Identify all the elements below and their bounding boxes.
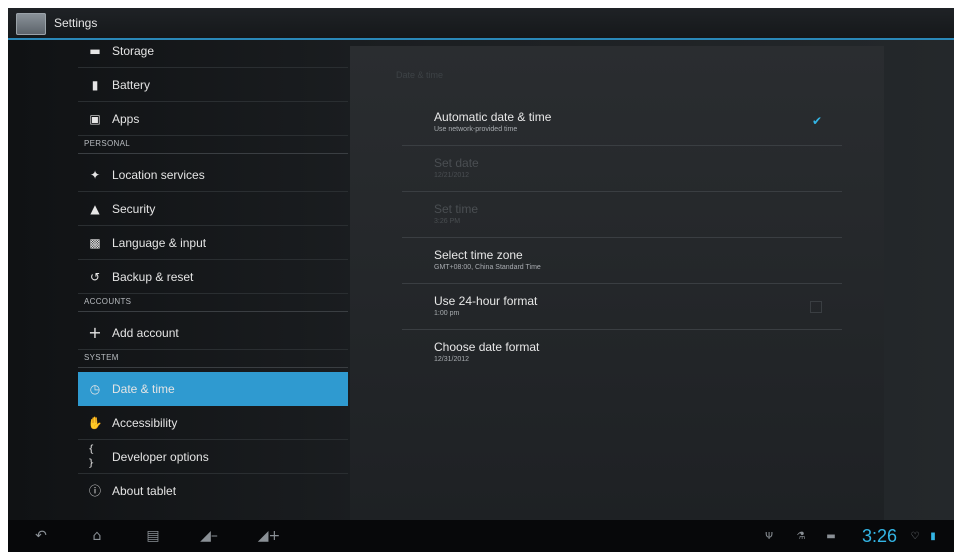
navigation-bar: ↶ ⌂ ▤ ◢– ◢+ Ψ ⚗ ▬ 3:26 ♡ ▮ [8, 520, 954, 552]
setting-summary: 12/31/2012 [434, 356, 470, 363]
select-time-zone-row[interactable]: Select time zone GMT+08:00, China Standa… [402, 238, 842, 284]
language-icon: ▩ [89, 235, 101, 250]
app-title: Settings [54, 16, 98, 30]
sidebar-item-battery[interactable]: ▮ Battery [78, 68, 348, 102]
plus-icon: + [88, 322, 102, 342]
sidebar-item-developer[interactable]: { } Developer options [78, 440, 348, 474]
date-time-panel: Date & time Automatic date & time Use ne… [350, 46, 884, 520]
sidebar-item-label: Security [112, 201, 156, 216]
sidebar-item-label: Add account [112, 325, 179, 340]
setting-title: Choose date format [434, 340, 540, 354]
sidebar-item-location[interactable]: ✦ Location services [78, 158, 348, 192]
apps-icon: ▣ [89, 111, 101, 126]
sidebar-item-label: About tablet [112, 484, 177, 498]
braces-icon: { } [88, 443, 95, 469]
checkbox-checked-icon[interactable]: ✔ [810, 114, 824, 128]
sidebar-item-date-time[interactable]: ◷ Date & time [78, 372, 348, 406]
location-icon: ✦ [89, 167, 101, 182]
sidebar-item-about[interactable]: ⓘ About tablet [78, 474, 348, 508]
volume-up-icon[interactable]: ◢+ [254, 526, 284, 546]
sidebar-item-label: Backup & reset [112, 269, 194, 284]
accessibility-icon: ✋ [87, 415, 103, 430]
setting-summary: Use network-provided time [434, 126, 518, 133]
clock-icon: ◷ [89, 382, 101, 396]
setting-title: Set date [434, 156, 479, 170]
sidebar-item-storage[interactable]: ▬ Storage [78, 34, 348, 68]
choose-date-format-row[interactable]: Choose date format 12/31/2012 [402, 330, 842, 376]
sidebar-item-accessibility[interactable]: ✋ Accessibility [78, 406, 348, 440]
sidebar-item-label: Battery [112, 77, 151, 92]
setting-title: Select time zone [434, 248, 523, 262]
panel-heading: Date & time [396, 70, 444, 80]
back-icon[interactable]: ↶ [26, 526, 56, 546]
use-24-hour-row[interactable]: Use 24-hour format 1:00 pm [402, 284, 842, 330]
sidebar-item-label: Accessibility [112, 415, 178, 430]
recent-apps-icon[interactable]: ▤ [138, 526, 168, 546]
set-time-row: Set time 3:26 PM [402, 192, 842, 238]
section-header-system: SYSTEM [78, 350, 348, 368]
sidebar-item-backup[interactable]: ↺ Backup & reset [78, 260, 348, 294]
setting-title: Use 24-hour format [434, 294, 538, 308]
usb-debug-icon: ⚗ [796, 530, 806, 542]
usb-icon: Ψ [765, 530, 773, 542]
setting-summary: 1:00 pm [434, 310, 460, 317]
automatic-date-time-row[interactable]: Automatic date & time Use network-provid… [402, 100, 842, 146]
sidebar-item-security[interactable]: ▲ Security [78, 192, 348, 226]
setting-summary: 12/21/2012 [434, 172, 470, 179]
sidebar-item-label: Storage [112, 43, 155, 58]
setting-summary: GMT+08:00, China Standard Time [434, 264, 541, 271]
info-icon: ⓘ [88, 484, 101, 498]
battery-status-icon: ▮ [930, 530, 936, 542]
checkbox-unchecked-icon[interactable] [810, 301, 822, 313]
sd-card-icon: ▬ [826, 530, 836, 542]
sidebar-item-label: Apps [112, 111, 140, 126]
setting-title: Automatic date & time [434, 110, 552, 124]
volume-down-icon[interactable]: ◢– [194, 526, 224, 546]
storage-icon: ▬ [89, 43, 101, 58]
section-header-accounts: ACCOUNTS [78, 294, 348, 312]
sidebar-item-apps[interactable]: ▣ Apps [78, 102, 348, 136]
home-icon[interactable]: ⌂ [82, 526, 112, 546]
sidebar-item-add-account[interactable]: + Add account [78, 316, 348, 350]
backup-icon: ↺ [89, 269, 101, 284]
set-date-row: Set date 12/21/2012 [402, 146, 842, 192]
settings-app-icon[interactable] [16, 13, 46, 35]
setting-summary: 3:26 PM [434, 218, 461, 225]
sidebar-item-label: Developer options [112, 449, 209, 464]
setting-title: Set time [434, 202, 479, 216]
sidebar-item-label: Date & time [112, 382, 175, 396]
sidebar-item-label: Language & input [112, 235, 207, 250]
settings-sidebar: ▬ Storage ▮ Battery ▣ Apps PERSONAL ✦ Lo… [78, 40, 350, 520]
wifi-icon: ♡ [910, 530, 920, 542]
battery-icon: ▮ [91, 77, 99, 92]
sidebar-item-label: Location services [112, 167, 205, 182]
sidebar-item-language[interactable]: ▩ Language & input [78, 226, 348, 260]
status-clock[interactable]: 3:26 [862, 526, 897, 547]
section-header-personal: PERSONAL [78, 136, 348, 154]
lock-icon: ▲ [90, 201, 100, 216]
tablet-screen: Settings ▬ Storage ▮ Battery ▣ Apps PERS… [8, 8, 954, 552]
